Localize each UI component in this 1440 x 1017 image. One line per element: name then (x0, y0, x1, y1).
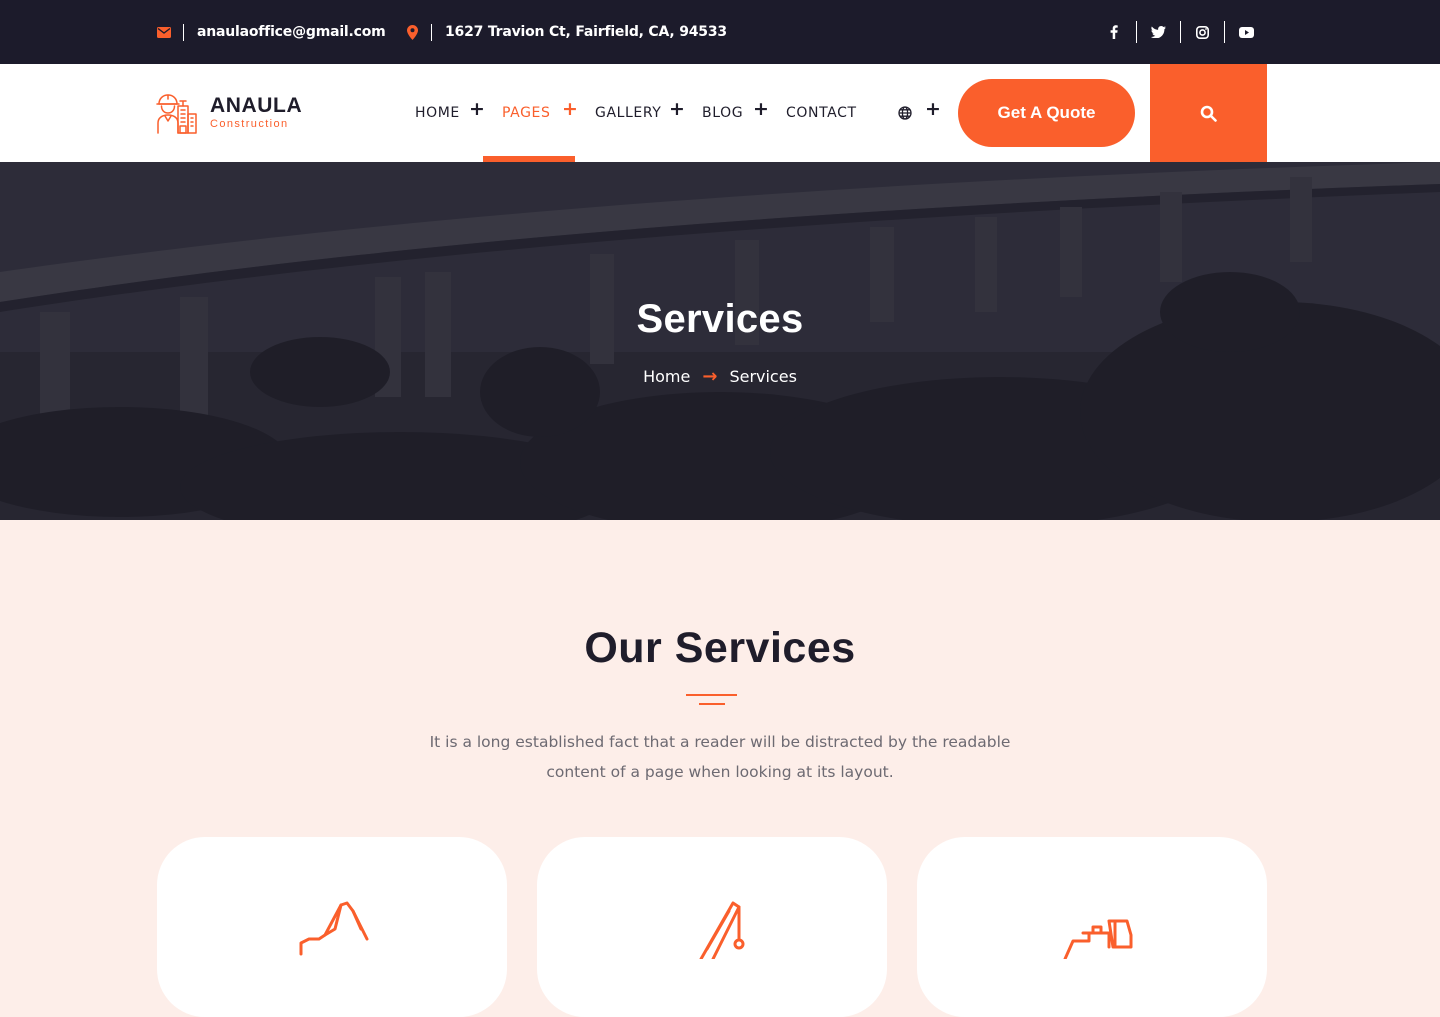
map-pin-icon (404, 24, 420, 40)
logo[interactable]: ANAULA Construction (156, 92, 302, 134)
address-contact: 1627 Travion Ct, Fairfield, CA, 94533 (404, 0, 727, 64)
globe-icon[interactable] (898, 106, 912, 120)
arrow-right-icon: → (702, 366, 718, 387)
plus-icon[interactable]: + (469, 100, 485, 119)
plus-icon[interactable]: + (669, 100, 685, 119)
search-icon (1200, 105, 1217, 122)
title-divider-short (699, 703, 725, 705)
title-divider (686, 694, 737, 696)
section-title: Our Services (584, 624, 856, 672)
nav-gallery[interactable]: GALLERY (595, 64, 661, 162)
separator (183, 23, 184, 41)
address-text: 1627 Travion Ct, Fairfield, CA, 94533 (445, 24, 727, 40)
email-contact[interactable]: anaulaoffice@gmail.com (156, 0, 386, 64)
brand-name: ANAULA (210, 94, 303, 117)
breadcrumb-home-link[interactable]: Home (643, 367, 690, 386)
crane-icon (699, 901, 745, 959)
plus-icon[interactable]: + (925, 100, 941, 119)
logo-construction-icon (156, 94, 197, 134)
email-text[interactable]: anaulaoffice@gmail.com (197, 24, 386, 40)
nav-blog[interactable]: BLOG (702, 64, 743, 162)
social-links (1092, 0, 1268, 64)
brand-tagline: Construction (210, 118, 289, 130)
breadcrumb: Home → Services (0, 366, 1440, 387)
separator (431, 23, 432, 41)
hero-title: Services (636, 297, 804, 341)
page-hero-banner: Services Home → Services (0, 162, 1440, 520)
envelope-icon (156, 24, 172, 40)
service-card[interactable] (157, 837, 507, 1017)
service-card[interactable] (537, 837, 887, 1017)
search-button[interactable] (1150, 64, 1267, 162)
youtube-icon[interactable] (1224, 21, 1268, 43)
service-card[interactable] (917, 837, 1267, 1017)
bulldozer-icon (1063, 919, 1133, 959)
facebook-icon[interactable] (1092, 21, 1136, 43)
plus-icon[interactable]: + (753, 100, 769, 119)
nav-home[interactable]: HOME (415, 64, 460, 162)
nav-pages[interactable]: PAGES (502, 64, 550, 162)
nav-contact[interactable]: CONTACT (786, 64, 857, 162)
main-header: ANAULA Construction HOME + PAGES + GALLE… (0, 64, 1440, 162)
top-bar: anaulaoffice@gmail.com 1627 Travion Ct, … (0, 0, 1440, 64)
plus-icon[interactable]: + (562, 100, 578, 119)
section-description: It is a long established fact that a rea… (429, 733, 1011, 781)
breadcrumb-current: Services (729, 367, 797, 386)
get-a-quote-button[interactable]: Get A Quote (958, 79, 1135, 147)
twitter-icon[interactable] (1136, 21, 1180, 43)
instagram-icon[interactable] (1180, 21, 1224, 43)
excavator-icon (299, 901, 369, 956)
